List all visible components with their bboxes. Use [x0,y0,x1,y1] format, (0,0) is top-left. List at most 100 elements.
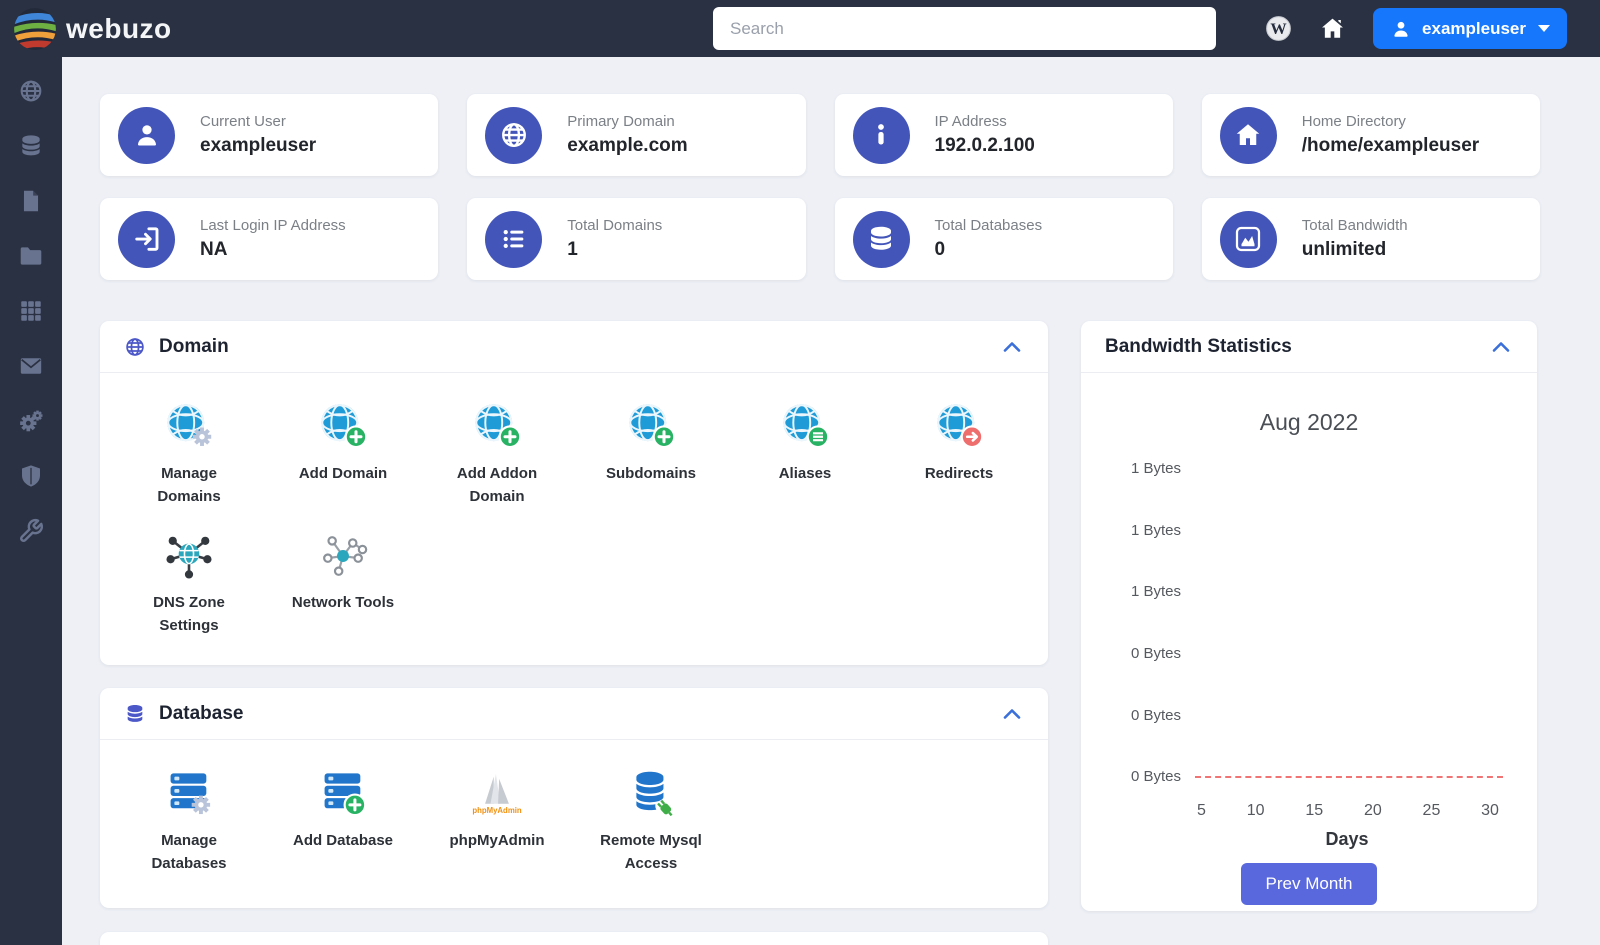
x-axis-tick: 15 [1305,802,1324,819]
x-axis-tick: 30 [1481,802,1499,819]
stat-card-icon-circle [852,106,910,164]
list-icon [499,224,529,254]
y-axis-tick: 1 Bytes [1130,583,1181,600]
username-label: exampleuser [1422,18,1526,38]
wordpress-icon[interactable]: W [1265,15,1292,42]
y-axis-tick: 1 Bytes [1130,522,1181,539]
user-icon [132,120,162,150]
y-axis-tick: 0 Bytes [1130,768,1181,785]
database-plug-icon [625,768,677,820]
stat-card-icon-circle [118,106,175,164]
sidebar-item-settings[interactable] [0,393,62,448]
domain-tiles: Manage Domains Add Domain Add Addon Doma… [100,373,1048,655]
globe-equal-icon [779,401,831,453]
stat-card-value: NA [200,239,228,260]
prev-month-button[interactable]: Prev Month [1240,863,1378,905]
globe-gear-icon [163,401,215,453]
globe-icon [18,78,44,104]
domain-collapse-icon[interactable] [1000,335,1024,359]
y-axis-tick: 1 Bytes [1130,460,1181,477]
sidebar-item-security[interactable] [0,448,62,503]
sidebar-item-databases[interactable] [0,118,62,173]
feature-tile[interactable]: phpMyAdmin phpMyAdmin [420,760,574,889]
sidebar-item-domains[interactable] [0,63,62,118]
feature-tile-label: Add Domain [298,465,388,482]
feature-tile[interactable]: Subdomains [574,393,728,522]
search-bar [713,7,1216,50]
feature-tile[interactable]: Aliases [728,393,882,522]
bandwidth-panel-header: Bandwidth Statistics [1081,321,1537,373]
mail-icon [18,353,44,379]
server-gear-icon [163,768,215,820]
bandwidth-collapse-icon[interactable] [1489,335,1513,359]
stat-card-label: Current User [200,113,286,130]
stat-card-value: /home/exampleuser [1301,135,1480,156]
search-input[interactable] [713,7,1216,50]
sidebar-item-apps[interactable] [0,283,62,338]
top-navbar: webuzo W exampleuser [0,0,1600,57]
database-collapse-icon[interactable] [1000,702,1024,726]
user-icon [1390,18,1412,40]
feature-tile-label: Redirects [924,465,994,482]
svg-text:W: W [1270,19,1287,38]
feature-tile[interactable]: Add Database [266,760,420,889]
user-menu-button[interactable]: exampleuser [1373,8,1567,49]
next-panel-partial [100,932,1048,945]
feature-tile[interactable]: Add Domain [266,393,420,522]
bandwidth-panel: Bandwidth Statistics Aug 2022 1 Bytes 1 … [1081,321,1537,911]
x-axis-ticks: 5 10 15 20 25 30 [1197,802,1499,820]
feature-tile[interactable]: Remote Mysql Access [574,760,728,889]
x-axis-label: Days [1325,829,1369,849]
y-axis-tick: 0 Bytes [1130,707,1181,724]
globe-arrow-icon [933,401,985,453]
stat-card-value: 0 [934,239,946,260]
feature-tile[interactable]: Network Tools [266,522,420,651]
svg-text:phpMyAdmin: phpMyAdmin [472,806,522,815]
network-nodes-icon [317,530,369,582]
feature-tile-label: Network Tools [291,594,395,611]
stat-card: Current User exampleuser [100,94,439,176]
webuzo-logo[interactable]: webuzo [0,7,172,51]
domain-panel-header: Domain [100,321,1048,373]
feature-tile-label: Add Database [292,832,394,849]
stat-card: Total Bandwidth unlimited [1201,198,1540,280]
shield-icon [18,463,44,489]
globe-plus-icon [317,401,369,453]
settings-icon [18,408,44,434]
x-axis-tick: 5 [1197,802,1206,819]
sidebar-item-email[interactable] [0,338,62,393]
stat-card: IP Address 192.0.2.100 [834,94,1173,176]
feature-tile[interactable]: Manage Domains [112,393,266,522]
stat-card-value: exampleuser [200,135,317,156]
dns-network-icon [163,530,215,582]
webuzo-sphere-icon [13,7,57,51]
sidebar-item-files[interactable] [0,173,62,228]
info-icon [866,120,896,150]
feature-tile[interactable]: DNS Zone Settings [112,522,266,651]
feature-tile[interactable]: Manage Databases [112,760,266,889]
domain-panel-title: Domain [159,335,229,357]
stat-card-label: Last Login IP Address [200,217,346,234]
database-panel-title: Database [159,702,244,724]
sidebar-item-tools[interactable] [0,503,62,558]
database-icon [124,703,146,725]
stat-card-icon-circle [1219,106,1277,164]
domain-panel: Domain Manage Domains Add Domain Add Add… [100,321,1048,665]
feature-tile-label: Aliases [778,465,832,482]
globe-icon [124,336,146,358]
database-icon [866,224,896,254]
feature-tile[interactable]: Add Addon Domain [420,393,574,522]
stat-card-icon-circle [852,210,910,268]
stat-card-value: example.com [567,135,688,156]
zero-bandwidth-dashed-line [1195,776,1503,778]
home-icon[interactable] [1319,15,1346,42]
feature-tile[interactable]: Redirects [882,393,1036,522]
apps-icon [18,298,44,324]
database-panel: Database Manage Databases Add Database p… [100,688,1048,908]
stat-card-label: Home Directory [1301,113,1406,130]
stat-card-value: 1 [567,239,578,260]
globe-plus-icon [471,401,523,453]
sidebar-item-folders[interactable] [0,228,62,283]
feature-tile-label: Manage Databases [151,832,227,872]
tools-icon [18,518,44,544]
